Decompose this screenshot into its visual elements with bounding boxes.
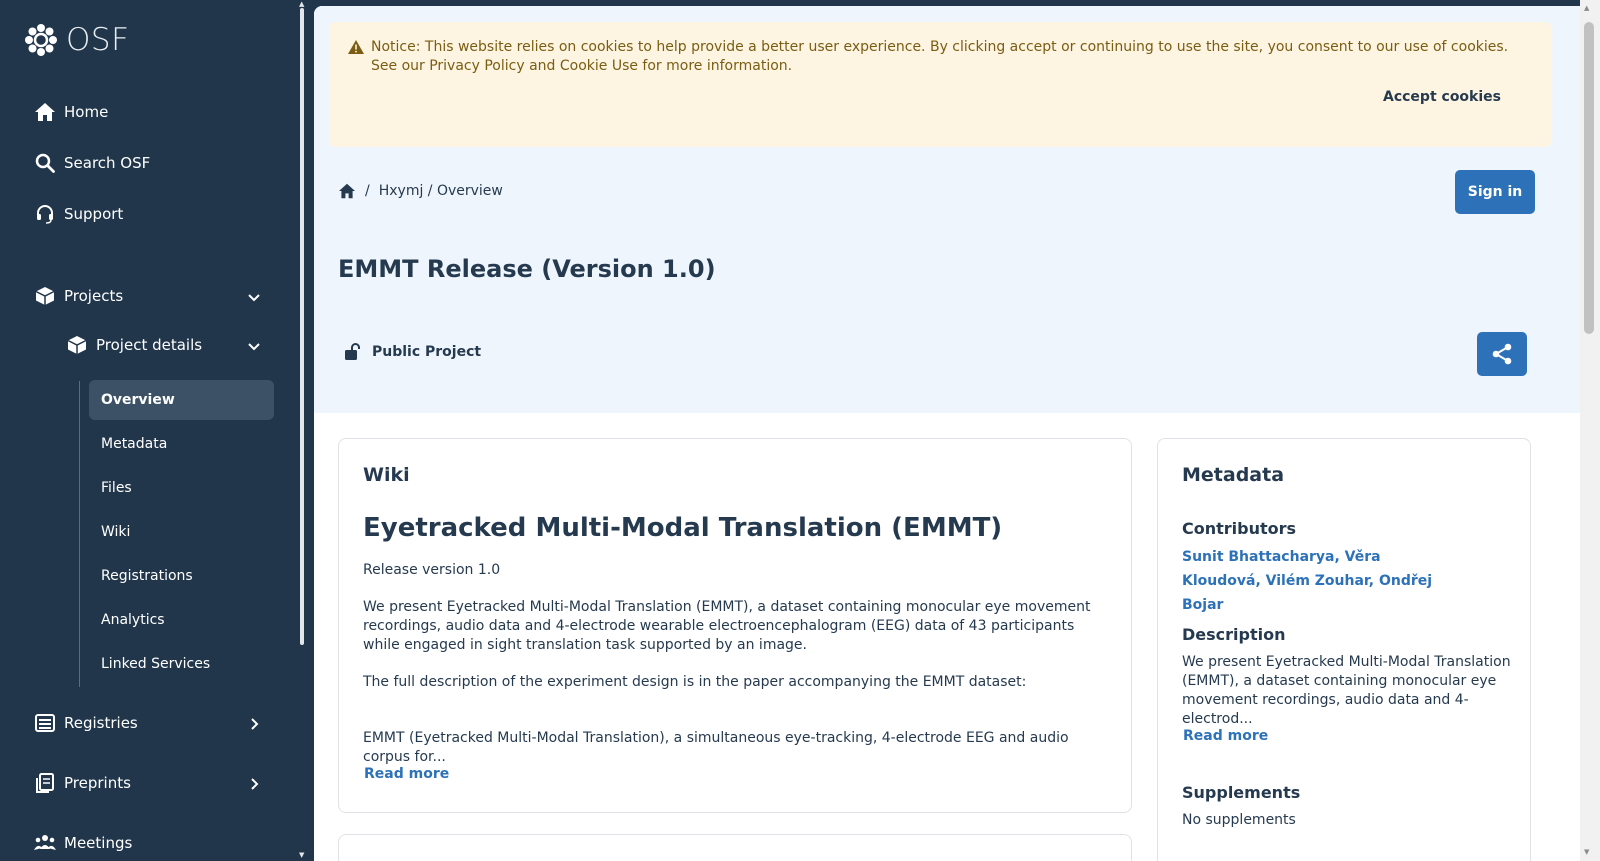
chevron-right-icon[interactable] bbox=[246, 716, 262, 732]
metadata-heading: Metadata bbox=[1182, 464, 1285, 486]
next-card bbox=[338, 834, 1132, 861]
visibility-label: Public Project bbox=[372, 344, 482, 360]
wiki-title: Eyetracked Multi-Modal Translation (EMMT… bbox=[363, 513, 1003, 543]
project-header: Notice: This website relies on cookies t… bbox=[314, 6, 1580, 413]
nav-meetings[interactable]: Meetings bbox=[34, 832, 132, 854]
headset-icon bbox=[34, 203, 56, 225]
sidebar-scroll-down-arrow[interactable]: ▼ bbox=[299, 851, 304, 859]
breadcrumb: / Hxymj / Overview bbox=[338, 183, 503, 199]
share-icon bbox=[1492, 343, 1512, 365]
logo-text: OSF bbox=[66, 22, 130, 58]
nav-registries[interactable]: Registries bbox=[34, 712, 138, 734]
nav-registries-label: Registries bbox=[64, 714, 138, 732]
nav-home-label: Home bbox=[64, 103, 109, 121]
nav-search[interactable]: Search OSF bbox=[34, 152, 150, 174]
main-content: Notice: This website relies on cookies t… bbox=[314, 6, 1580, 861]
osf-logo-icon bbox=[25, 24, 57, 56]
breadcrumb-separator: / bbox=[365, 183, 370, 199]
sidebar-item-linked-services[interactable]: Linked Services bbox=[89, 644, 274, 684]
page-scrollbar-thumb[interactable] bbox=[1584, 22, 1594, 334]
contributors-list[interactable]: Sunit Bhattacharya, Věra Kloudová, Vilém… bbox=[1182, 545, 1462, 617]
nav-home[interactable]: Home bbox=[34, 101, 108, 123]
nav-support[interactable]: Support bbox=[34, 203, 123, 225]
sidebar: OSF Home Search OSF Support Projects Pro… bbox=[0, 0, 300, 861]
supplements-label: Supplements bbox=[1182, 783, 1301, 802]
nav-search-label: Search OSF bbox=[64, 154, 151, 172]
contributors-label: Contributors bbox=[1182, 519, 1297, 538]
wiki-read-more-link[interactable]: Read more bbox=[364, 766, 449, 782]
sidebar-item-overview[interactable]: Overview bbox=[89, 380, 274, 420]
description-read-more-link[interactable]: Read more bbox=[1183, 728, 1268, 744]
page-scroll-down-arrow[interactable]: ▼ bbox=[1584, 848, 1589, 856]
metadata-card: Metadata Contributors Sunit Bhattacharya… bbox=[1157, 438, 1531, 861]
sidebar-scroll-up-arrow[interactable]: ▲ bbox=[299, 0, 304, 8]
wiki-paragraph-1: We present Eyetracked Multi-Modal Transl… bbox=[363, 599, 1091, 653]
nav-support-label: Support bbox=[64, 205, 124, 223]
share-button[interactable] bbox=[1477, 332, 1527, 376]
chevron-right-icon[interactable] bbox=[246, 776, 262, 792]
cube-icon bbox=[66, 334, 88, 356]
subnav-divider bbox=[79, 381, 80, 687]
meetings-icon bbox=[34, 832, 56, 854]
warning-icon bbox=[348, 40, 364, 54]
nav-project-details-label: Project details bbox=[96, 336, 203, 354]
sidebar-item-registrations[interactable]: Registrations bbox=[89, 556, 274, 596]
preprints-icon bbox=[34, 772, 56, 794]
sidebar-item-metadata[interactable]: Metadata bbox=[89, 424, 274, 464]
wiki-paragraph-2: The full description of the experiment d… bbox=[363, 674, 1027, 690]
sidebar-item-files[interactable]: Files bbox=[89, 468, 274, 508]
nav-meetings-label: Meetings bbox=[64, 834, 133, 852]
breadcrumb-project-link[interactable]: Hxymj / Overview bbox=[379, 183, 503, 199]
description-text: We present Eyetracked Multi-Modal Transl… bbox=[1182, 654, 1511, 727]
page-title: EMMT Release (Version 1.0) bbox=[338, 255, 716, 283]
nav-preprints-label: Preprints bbox=[64, 774, 131, 792]
nav-preprints[interactable]: Preprints bbox=[34, 772, 131, 794]
sidebar-scrollbar[interactable] bbox=[300, 8, 304, 645]
registries-icon bbox=[34, 712, 56, 734]
supplements-text: No supplements bbox=[1182, 812, 1296, 828]
wiki-paragraph-3: EMMT (Eyetracked Multi-Modal Translation… bbox=[363, 730, 1069, 765]
nav-project-details[interactable]: Project details bbox=[66, 334, 202, 356]
nav-projects[interactable]: Projects bbox=[34, 285, 123, 307]
sidebar-item-analytics[interactable]: Analytics bbox=[89, 600, 274, 640]
osf-logo[interactable]: OSF bbox=[24, 22, 129, 58]
wiki-heading: Wiki bbox=[363, 464, 410, 486]
sidebar-item-wiki[interactable]: Wiki bbox=[89, 512, 274, 552]
sign-in-button[interactable]: Sign in bbox=[1455, 170, 1535, 214]
description-label: Description bbox=[1182, 625, 1286, 644]
chevron-down-icon[interactable] bbox=[246, 338, 262, 354]
accept-cookies-button[interactable]: Accept cookies bbox=[1383, 88, 1501, 107]
home-icon[interactable] bbox=[338, 183, 356, 199]
home-icon bbox=[34, 101, 56, 123]
chevron-down-icon[interactable] bbox=[246, 289, 262, 305]
unlock-icon bbox=[345, 343, 360, 360]
cookie-notice-text: Notice: This website relies on cookies t… bbox=[371, 39, 1509, 74]
page-scroll-up-arrow[interactable]: ▲ bbox=[1584, 4, 1589, 12]
nav-projects-label: Projects bbox=[64, 287, 124, 305]
search-icon bbox=[34, 152, 56, 174]
wiki-card: Wiki Eyetracked Multi-Modal Translation … bbox=[338, 438, 1132, 813]
visibility-badge: Public Project bbox=[344, 343, 481, 361]
cube-icon bbox=[34, 285, 56, 307]
wiki-release: Release version 1.0 bbox=[363, 562, 501, 578]
cookie-notice: Notice: This website relies on cookies t… bbox=[329, 22, 1551, 147]
